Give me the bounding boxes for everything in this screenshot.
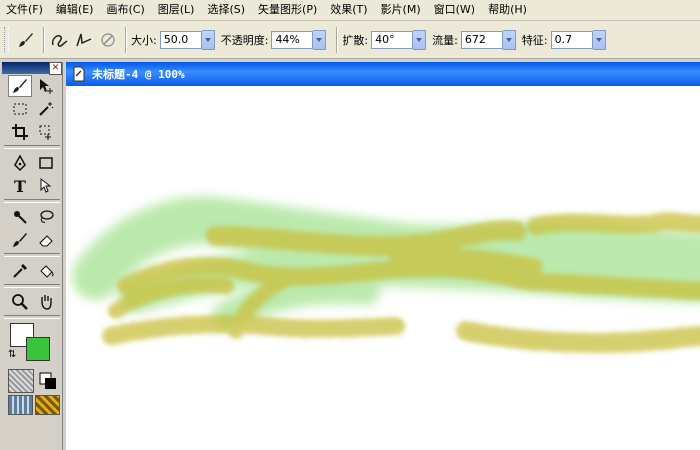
toolbar-grip[interactable] <box>4 26 9 53</box>
menu-window[interactable]: 窗口(W) <box>428 0 482 20</box>
spread-dropdown-button[interactable] <box>413 29 427 50</box>
tools-separator <box>4 284 60 288</box>
magic-wand-icon[interactable] <box>34 98 58 120</box>
freehand-icon[interactable] <box>49 29 71 51</box>
opacity-dropdown-button[interactable] <box>313 29 327 50</box>
swap-colors-icon[interactable]: ⇅ <box>8 349 16 360</box>
pen-tool-icon[interactable] <box>8 152 32 174</box>
opacity-label: 不透明度: <box>220 33 269 47</box>
spread-field: 40° <box>371 29 427 50</box>
menu-layer[interactable]: 图层(L) <box>152 0 202 20</box>
pin-tool-icon[interactable] <box>8 206 32 228</box>
flow-dropdown-button[interactable] <box>502 29 516 50</box>
brush-small-icon[interactable] <box>8 229 32 251</box>
eyedropper-icon[interactable] <box>8 260 32 282</box>
tools-separator <box>4 253 60 257</box>
texture-swatch-icon[interactable] <box>8 369 34 393</box>
toolbar-separator <box>336 26 339 53</box>
opacity-input[interactable]: 44% <box>271 30 314 49</box>
paint-bucket-icon[interactable] <box>34 260 58 282</box>
fill-color-swatch[interactable] <box>26 337 50 361</box>
menu-vector[interactable]: 矢量图形(P) <box>252 0 324 20</box>
lasso-tool-icon[interactable] <box>34 206 58 228</box>
line-icon[interactable] <box>73 29 95 51</box>
brush-strokes <box>72 196 700 353</box>
color-swatches: ⇅ <box>2 321 62 367</box>
menu-help[interactable]: 帮助(H) <box>482 0 534 20</box>
menu-effects[interactable]: 效果(T) <box>324 0 374 20</box>
menu-file[interactable]: 文件(F) <box>0 0 50 20</box>
flow-label: 流量: <box>432 33 458 47</box>
drawing-canvas[interactable] <box>66 86 700 450</box>
menu-select[interactable]: 选择(S) <box>201 0 252 20</box>
default-colors-icon[interactable] <box>36 370 60 392</box>
feature-field: 0.7 <box>550 29 606 50</box>
size-label: 大小: <box>131 33 157 47</box>
zoom-icon[interactable] <box>8 291 32 313</box>
flow-input[interactable]: 672 <box>460 30 503 49</box>
text-tool-icon[interactable]: T <box>8 175 32 197</box>
rectangle-tool-icon[interactable] <box>34 152 58 174</box>
close-icon[interactable]: ✕ <box>49 62 62 75</box>
eraser-tool-icon[interactable] <box>34 229 58 251</box>
brush-preset-icon[interactable] <box>97 29 119 51</box>
tools-separator <box>4 315 60 319</box>
feature-label: 特征: <box>521 33 548 47</box>
menu-edit[interactable]: 编辑(E) <box>50 0 101 20</box>
selection-arrow-icon[interactable] <box>34 75 58 97</box>
size-field: 50.0 <box>159 29 215 50</box>
marquee-tool-icon[interactable] <box>8 98 32 120</box>
pointer-tool-icon[interactable] <box>34 175 58 197</box>
feature-input[interactable]: 0.7 <box>550 30 593 49</box>
crop-tool-icon[interactable] <box>8 121 32 143</box>
toolbar-separator <box>125 26 127 53</box>
tools-panel: ✕ T ⇅ <box>2 62 63 450</box>
spread-label: 扩散: <box>342 33 369 47</box>
size-dropdown-button[interactable] <box>201 29 215 50</box>
opacity-field: 44% <box>271 29 327 50</box>
flow-field: 672 <box>460 29 516 50</box>
menu-canvas[interactable]: 画布(C) <box>100 0 151 20</box>
document-icon <box>73 66 85 82</box>
properties-toolbar: 大小: 50.0 不透明度: 44% 扩散: 40° 流量: 672 特征: 0… <box>0 21 700 59</box>
subselect-tool-icon[interactable] <box>34 121 58 143</box>
svg-text:T: T <box>14 177 26 195</box>
paint-brush-icon[interactable] <box>15 29 37 51</box>
spread-input[interactable]: 40° <box>371 30 414 49</box>
menu-movie[interactable]: 影片(M) <box>375 0 428 20</box>
tools-panel-titlebar[interactable]: ✕ <box>2 62 62 75</box>
gradient-swatch-icon[interactable] <box>35 395 60 415</box>
feature-dropdown-button[interactable] <box>592 29 606 50</box>
tools-separator <box>4 145 60 149</box>
document-titlebar[interactable]: 未标题-4 @ 100% <box>66 62 700 86</box>
brush-tool-icon[interactable] <box>8 74 32 97</box>
hand-icon[interactable] <box>34 291 58 313</box>
tools-separator <box>4 199 60 203</box>
toolbar-separator <box>43 26 45 53</box>
size-input[interactable]: 50.0 <box>159 30 202 49</box>
pattern-swatch-icon[interactable] <box>8 395 33 415</box>
document-title: 未标题-4 @ 100% <box>92 68 185 81</box>
menu-bar: 文件(F) 编辑(E) 画布(C) 图层(L) 选择(S) 矢量图形(P) 效果… <box>0 0 700 21</box>
